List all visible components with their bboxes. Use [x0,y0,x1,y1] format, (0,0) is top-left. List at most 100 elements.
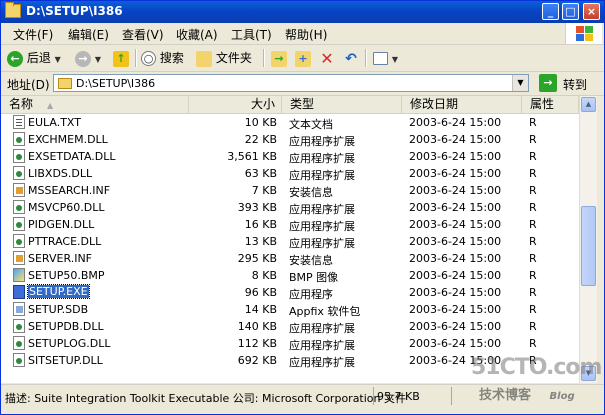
file-row[interactable]: SETUPLOG.DLL 112 KB 应用程序扩展 2003-6-24 15:00 R [1,335,579,352]
file-attributes: R [529,201,537,214]
column-attributes[interactable]: 属性 [522,96,579,113]
exe-file-icon [13,285,25,299]
close-button[interactable]: × [583,3,600,20]
toolbar-divider [263,49,265,67]
back-arrow-icon: ← [7,50,23,67]
file-date: 2003-6-24 15:00 [409,116,502,129]
file-date: 2003-6-24 15:00 [409,218,502,231]
status-description: 描述: Suite Integration Toolkit Executable… [5,392,407,405]
file-date: 2003-6-24 15:00 [409,337,502,350]
file-size: 96 KB [244,286,277,299]
address-bar: 地址(D) D:\SETUP\I386 ▼ → 转到 [1,72,604,96]
file-row[interactable]: EXSETDATA.DLL 3,561 KB 应用程序扩展 2003-6-24 15:… [1,148,579,165]
sdb-file-icon [13,302,25,316]
file-name: SETUPDB.DLL [28,320,104,333]
vertical-scrollbar[interactable]: ▲ ▼ [579,96,597,383]
dll-file-icon [13,149,25,163]
copy-to-button[interactable]: + [295,49,311,67]
minimize-button[interactable]: _ [542,3,559,20]
column-type[interactable]: 类型 [282,96,402,113]
file-type: Appfix 软件包 [289,305,361,318]
file-row[interactable]: SETUP.SDB 14 KB Appfix 软件包 2003-6-24 15:00 R [1,301,579,318]
window-title: D:\SETUP\I386 [26,4,123,18]
scroll-up-icon[interactable]: ▲ [581,97,596,112]
menu-view[interactable]: 查看(V) [122,26,164,43]
file-attributes: R [529,303,537,316]
folders-button[interactable]: 文件夹 [196,49,252,67]
file-row[interactable]: MSSEARCH.INF 7 KB 安装信息 2003-6-24 15:00 R [1,182,579,199]
file-type: 应用程序扩展 [289,237,355,250]
chevron-down-icon: ▼ [391,55,398,64]
file-attributes: R [529,184,537,197]
forward-arrow-icon: → [75,50,91,67]
go-button[interactable]: → 转到 [539,74,599,92]
file-attributes: R [529,269,537,282]
undo-button[interactable]: ↶ [343,49,359,67]
dll-file-icon [13,234,25,248]
file-type: 应用程序扩展 [289,152,355,165]
menu-tools[interactable]: 工具(T) [231,26,272,43]
column-headers: 名称 ▲ 大小 类型 修改日期 属性 [1,96,579,114]
file-row[interactable]: SETUP50.BMP 8 KB BMP 图像 2003-6-24 15:00 R [1,267,579,284]
menu-favorites[interactable]: 收藏(A) [176,26,218,43]
dll-file-icon [13,353,25,367]
column-date[interactable]: 修改日期 [402,96,522,113]
address-dropdown-icon[interactable]: ▼ [512,75,528,91]
move-to-button[interactable]: → [271,49,287,67]
file-size: 295 KB [237,252,277,265]
file-name: MSVCP60.DLL [28,201,105,214]
file-row[interactable]: SETUPDB.DLL 140 KB 应用程序扩展 2003-6-24 15:00 R [1,318,579,335]
forward-button[interactable]: → ▼ [75,49,101,67]
file-row[interactable]: EXCHMEM.DLL 22 KB 应用程序扩展 2003-6-24 15:00 R [1,131,579,148]
file-row[interactable]: PTTRACE.DLL 13 KB 应用程序扩展 2003-6-24 15:00 R [1,233,579,250]
watermark-subtitle: 技术博客 Blog [479,388,575,403]
file-size: 16 KB [244,218,277,231]
menu-file[interactable]: 文件(F) [13,26,53,43]
menu-help[interactable]: 帮助(H) [285,26,327,43]
file-name: SETUP.SDB [28,303,89,316]
maximize-button[interactable]: □ [562,3,579,20]
file-attributes: R [529,235,537,248]
file-row[interactable]: SETUP.EXE 96 KB 应用程序 2003-6-24 15:00 R [1,284,579,301]
file-attributes: R [529,150,537,163]
file-type: 应用程序扩展 [289,220,355,233]
file-row[interactable]: SERVER.INF 295 KB 安装信息 2003-6-24 15:00 R [1,250,579,267]
title-bar[interactable]: D:\SETUP\I386 _ □ × [1,1,604,23]
file-date: 2003-6-24 15:00 [409,269,502,282]
file-row[interactable]: PIDGEN.DLL 16 KB 应用程序扩展 2003-6-24 15:00 R [1,216,579,233]
scroll-thumb[interactable] [581,206,596,286]
file-date: 2003-6-24 15:00 [409,320,502,333]
file-size: 7 KB [251,184,277,197]
file-list[interactable]: 名称 ▲ 大小 类型 修改日期 属性 EULA.TXT 10 KB 文本文档 2003-… [1,96,579,383]
windows-logo-icon [565,23,602,44]
go-arrow-icon: → [539,74,557,92]
file-row[interactable]: LIBXDS.DLL 63 KB 应用程序扩展 2003-6-24 15:00 R [1,165,579,182]
delete-button[interactable]: ✕ [319,49,335,67]
file-row[interactable]: EULA.TXT 10 KB 文本文档 2003-6-24 15:00 R [1,114,579,131]
address-input[interactable]: D:\SETUP\I386 ▼ [53,74,529,92]
file-name: EXCHMEM.DLL [28,133,108,146]
views-button[interactable]: ▼ [373,49,398,67]
menu-bar: 文件(F) 编辑(E) 查看(V) 收藏(A) 工具(T) 帮助(H) [1,23,604,45]
file-type: 应用程序扩展 [289,322,355,335]
file-size: 14 KB [244,303,277,316]
file-name: LIBXDS.DLL [28,167,93,180]
column-name[interactable]: 名称 ▲ [1,96,189,113]
file-date: 2003-6-24 15:00 [409,235,502,248]
search-button[interactable]: ○ 搜索 [141,49,184,67]
file-type: BMP 图像 [289,271,339,284]
file-row[interactable]: MSVCP60.DLL 393 KB 应用程序扩展 2003-6-24 15:00 R [1,199,579,216]
folder-icon [5,2,21,18]
file-type: 应用程序 [289,288,333,301]
menu-edit[interactable]: 编辑(E) [68,26,109,43]
column-size[interactable]: 大小 [189,96,282,113]
back-button[interactable]: ← 后退 ▼ [7,49,61,67]
up-folder-button[interactable]: ↑ [113,49,129,67]
file-size: 10 KB [244,116,277,129]
file-attributes: R [529,286,537,299]
file-name: SETUPLOG.DLL [28,337,111,350]
file-type: 应用程序扩展 [289,203,355,216]
status-size: 95.7 KB [377,390,420,403]
chevron-down-icon: ▼ [94,55,101,64]
up-folder-icon: ↑ [113,50,129,67]
